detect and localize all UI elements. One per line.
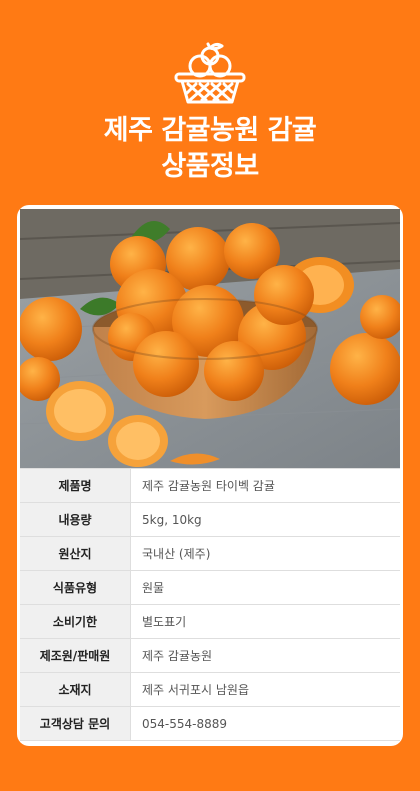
row-value: 원물 [142,581,165,595]
table-row: 내용량 5kg, 10kg [20,503,400,537]
row-label: 식품유형 [20,571,131,604]
table-row: 식품유형 원물 [20,571,400,605]
table-row: 소비기한 별도표기 [20,605,400,639]
product-card: 제품명 제주 감귤농원 타이벡 감귤 내용량 5kg, 10kg 원산지 국내산… [17,205,403,746]
table-row: 원산지 국내산 (제주) [20,537,400,571]
row-label: 제조원/판매원 [20,639,131,672]
row-label: 소비기한 [20,605,131,638]
row-label: 내용량 [20,503,131,536]
row-label: 소재지 [20,673,131,706]
tangerine-bowl-image [20,209,400,468]
product-info-table: 제품명 제주 감귤농원 타이벡 감귤 내용량 5kg, 10kg 원산지 국내산… [20,468,400,741]
table-row: 제품명 제주 감귤농원 타이벡 감귤 [20,468,400,503]
row-value: 국내산 (제주) [142,547,211,561]
row-value: 5kg, 10kg [142,512,202,527]
row-label: 원산지 [20,537,131,570]
page-subtitle: 상품정보 [161,151,259,182]
table-row: 고객상담 문의 054-554-8889 [20,707,400,741]
row-label: 고객상담 문의 [20,707,131,740]
row-value: 제주 서귀포시 남원읍 [142,683,249,697]
table-row: 제조원/판매원 제주 감귤농원 [20,639,400,673]
row-value: 제주 감귤농원 타이벡 감귤 [142,479,275,493]
page-title: 제주 감귤농원 감귤 [103,115,317,146]
row-value: 제주 감귤농원 [142,649,213,663]
tangerine-basket-icon [174,42,246,104]
product-photo [20,209,400,468]
header: 제주 감귤농원 감귤 상품정보 [0,0,420,205]
row-label: 제품명 [20,469,131,502]
row-value: 별도표기 [142,615,187,629]
row-value: 054-554-8889 [142,716,228,731]
table-row: 소재지 제주 서귀포시 남원읍 [20,673,400,707]
